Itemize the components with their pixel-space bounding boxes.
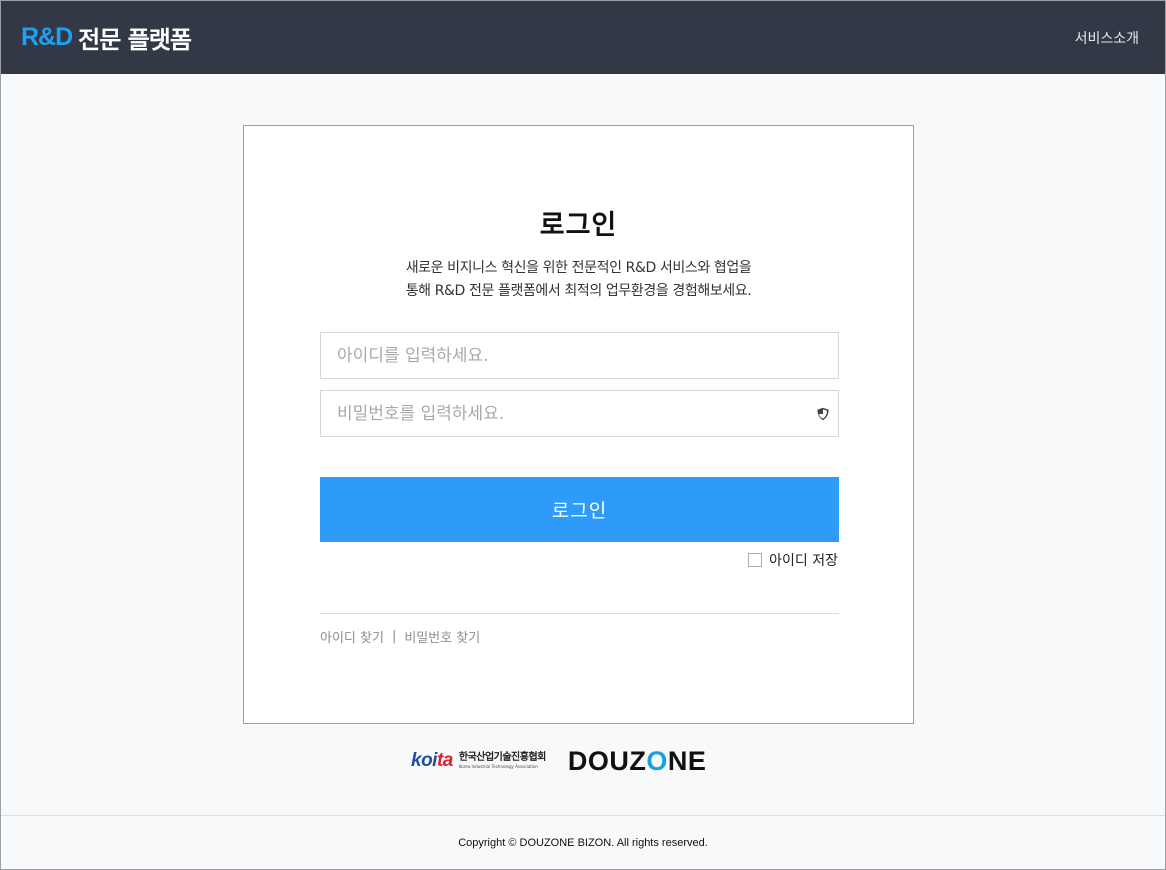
login-card: 로그인 새로운 비지니스 혁신을 위한 전문적인 R&D 서비스와 협업을 통해…	[243, 125, 914, 724]
id-field	[320, 332, 839, 379]
find-password-link[interactable]: 비밀번호 찾기	[404, 627, 480, 646]
checkbox-box[interactable]	[748, 553, 763, 567]
link-separator: |	[391, 629, 397, 644]
koita-text: 한국산업기술진흥협회 Korea Industrial Technology A…	[458, 752, 547, 769]
login-title: 로그인	[539, 210, 618, 241]
douzone-letter-d: D	[567, 745, 588, 776]
brand-accent-text: R&D	[21, 23, 73, 51]
password-field	[320, 390, 839, 437]
login-subtitle: 새로운 비지니스 혁신을 위한 전문적인 R&D 서비스와 협업을 통해 R&D…	[244, 257, 913, 303]
remember-id-label: 아이디 저장	[769, 553, 838, 569]
koita-logo: koita 한국산업기술진흥협회 Korea Industrial Techno…	[411, 750, 546, 772]
douzone-logo: DOUZONE	[568, 746, 707, 777]
subtitle-line-1: 새로운 비지니스 혁신을 위한 전문적인 R&D 서비스와 협업을	[405, 260, 752, 276]
account-links: 아이디 찾기 | 비밀번호 찾기	[320, 627, 480, 646]
subtitle-line-2: 통해 R&D 전문 플랫폼에서 최적의 업무환경을 경험해보세요.	[405, 283, 752, 299]
douzone-letters-uz: UZ	[609, 745, 647, 776]
douzone-letter-o1: O	[587, 745, 610, 776]
copyright-text: Copyright © DOUZONE BIZON. All rights re…	[458, 836, 708, 849]
password-input[interactable]	[321, 391, 838, 436]
brand-name-text: 전문 플랫폼	[78, 26, 192, 54]
douzone-letter-o2: O	[646, 745, 668, 776]
koita-mark-red: ta	[436, 750, 453, 771]
brand-logo[interactable]: R&D 전문 플랫폼	[21, 20, 192, 55]
find-id-link[interactable]: 아이디 찾기	[320, 627, 384, 646]
partner-logos: koita 한국산업기술진흥협회 Korea Industrial Techno…	[411, 745, 751, 777]
divider	[320, 613, 839, 614]
id-input[interactable]	[321, 333, 838, 378]
footer: Copyright © DOUZONE BIZON. All rights re…	[1, 815, 1165, 869]
shield-icon[interactable]	[816, 407, 830, 421]
koita-mark-blue: koi	[411, 750, 437, 771]
koita-korean-name: 한국산업기술진흥협회	[458, 752, 547, 763]
douzone-letters-ne: NE	[667, 745, 707, 776]
koita-mark: koita	[411, 750, 453, 772]
remember-id-checkbox[interactable]: 아이디 저장	[748, 550, 838, 570]
service-intro-link[interactable]: 서비스소개	[1075, 28, 1139, 48]
login-button[interactable]: 로그인	[320, 477, 839, 542]
top-bar: R&D 전문 플랫폼 서비스소개	[1, 1, 1165, 74]
koita-english-name: Korea Industrial Technology Association	[458, 764, 538, 769]
